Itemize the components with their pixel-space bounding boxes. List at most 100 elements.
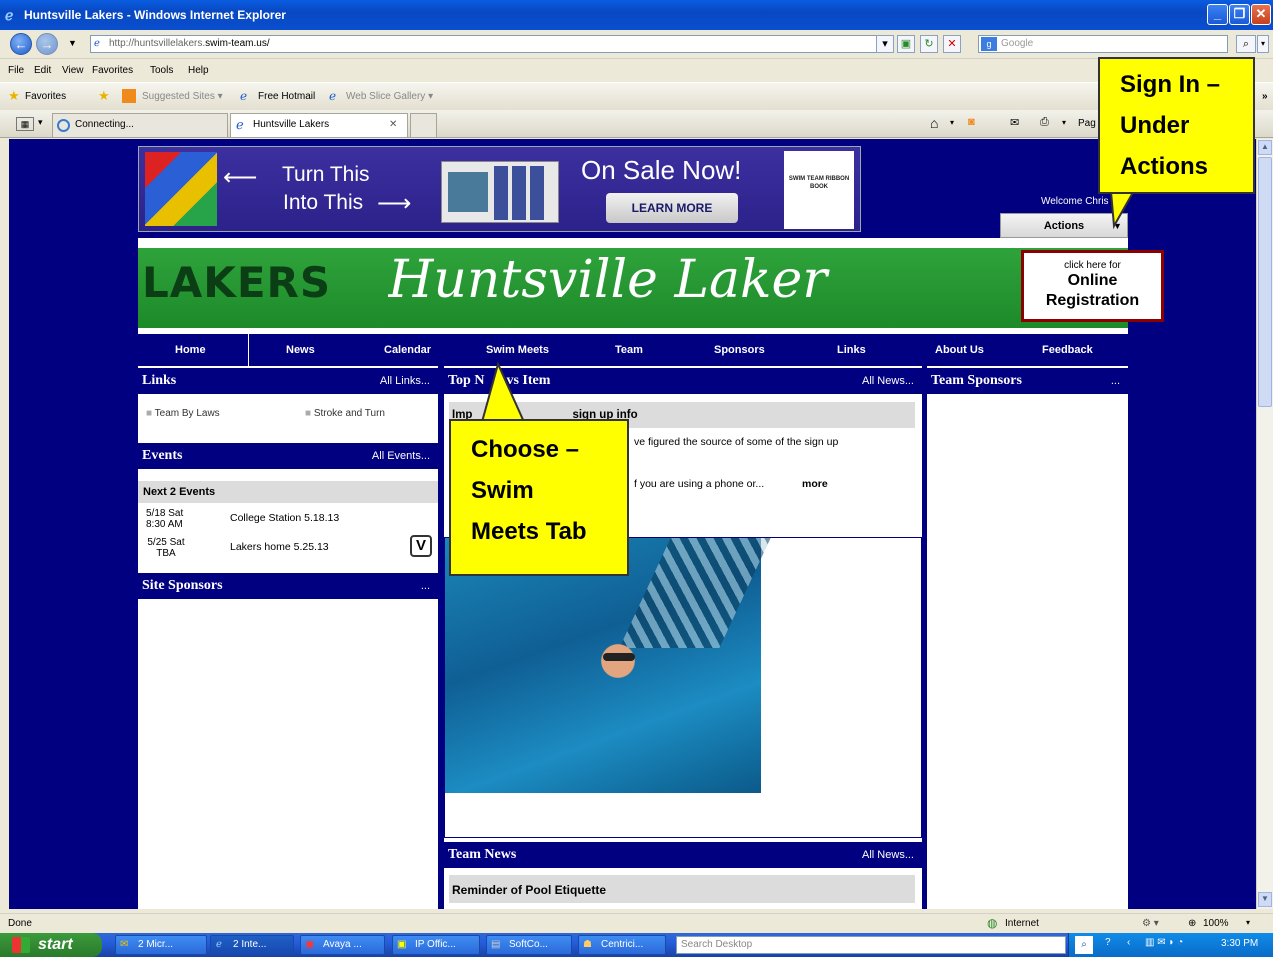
signin-callout-line1: Sign In –	[1120, 71, 1221, 98]
taskbar-item-outlook[interactable]: ✉ 2 Micr...	[115, 935, 207, 955]
tab-connecting[interactable]: Connecting...	[52, 113, 228, 137]
team-sponsors-more[interactable]: ...	[1111, 375, 1120, 387]
site-sponsors-more[interactable]: ...	[421, 580, 430, 592]
taskbar-item-avaya[interactable]: ▣ Avaya ...	[300, 935, 385, 955]
learn-more-button[interactable]: LEARN MORE	[606, 193, 738, 223]
more-chevron-icon[interactable]: »	[1262, 91, 1268, 102]
compatibility-icon[interactable]: ▣	[897, 35, 915, 53]
nav-team[interactable]: Team	[615, 344, 643, 356]
tab-list-dropdown[interactable]: ▾	[38, 117, 43, 128]
quick-tabs-icon[interactable]: ▦	[16, 117, 34, 131]
ribbon-book-ad-banner[interactable]: ⟵ Turn This Into This ⟶ On Sale Now! LEA…	[138, 146, 861, 232]
back-button[interactable]: ←	[10, 33, 32, 55]
all-events-link[interactable]: All Events...	[372, 450, 430, 462]
search-options-icon[interactable]: ▾	[1257, 35, 1269, 53]
registration-online-text: Online	[1067, 272, 1118, 289]
free-hotmail-link[interactable]: Free Hotmail	[258, 91, 315, 102]
start-button[interactable]: start	[0, 933, 102, 957]
task-label: 2 Inte...	[233, 939, 267, 950]
address-bar[interactable]: ℯ http://huntsvillelakers.swim-team.us/	[90, 35, 894, 53]
avaya-icon: ▣	[305, 939, 315, 950]
zoom-icon[interactable]: ⊕	[1188, 918, 1196, 929]
all-news-link[interactable]: All News...	[862, 375, 914, 387]
web-slice-gallery-link[interactable]: Web Slice Gallery ▾	[346, 91, 433, 102]
event-row[interactable]: 5/18 Sat 8:30 AM College Station 5.18.13	[146, 508, 436, 534]
window-title: Huntsville Lakers - Windows Internet Exp…	[24, 8, 286, 22]
nav-news[interactable]: News	[286, 344, 315, 356]
choose-callout-line3: Meets Tab	[471, 518, 587, 545]
taskbar-item-centricity[interactable]: ☗ Centrici...	[578, 935, 666, 955]
scroll-thumb[interactable]	[1258, 157, 1272, 407]
nav-feedback[interactable]: Feedback	[1042, 344, 1093, 356]
minimize-button[interactable]: _	[1207, 4, 1228, 25]
taskbar-item-ie[interactable]: ℯ 2 Inte...	[210, 935, 294, 955]
tray-chevron-icon[interactable]: ‹	[1127, 937, 1130, 948]
lakers-logo: LAKERS	[142, 258, 332, 307]
nav-swim-meets[interactable]: Swim Meets	[486, 344, 549, 356]
home-icon[interactable]: ⌂	[930, 115, 938, 131]
menu-edit[interactable]: Edit	[34, 65, 51, 76]
zoom-dropdown-icon[interactable]: ▾	[1246, 918, 1250, 927]
taskbar-item-softconsole[interactable]: ▤ SoftCo...	[486, 935, 572, 955]
menu-help[interactable]: Help	[188, 65, 209, 76]
print-icon[interactable]: ⎙	[1040, 116, 1049, 129]
more-link[interactable]: more	[802, 478, 828, 490]
vertical-scrollbar[interactable]: ▲ ▼	[1256, 139, 1273, 909]
refresh-icon[interactable]: ↻	[920, 35, 938, 53]
nav-calendar[interactable]: Calendar	[384, 344, 431, 356]
page-menu[interactable]: Pag	[1078, 118, 1096, 129]
event-name[interactable]: Lakers home 5.25.13	[230, 541, 329, 553]
menu-favorites[interactable]: Favorites	[92, 65, 133, 76]
scroll-up-icon[interactable]: ▲	[1258, 140, 1272, 155]
taskbar-item-ipoffice[interactable]: ▣ IP Offic...	[392, 935, 480, 955]
nav-links[interactable]: Links	[837, 344, 866, 356]
link-team-by-laws[interactable]: ■ Team By Laws	[146, 408, 220, 419]
zoom-level[interactable]: 100%	[1203, 918, 1229, 929]
menu-view[interactable]: View	[62, 65, 84, 76]
windows-logo-icon	[12, 937, 30, 953]
desktop-search-input[interactable]: Search Desktop	[676, 936, 1066, 954]
menu-file[interactable]: File	[8, 65, 24, 76]
search-icon[interactable]: ⌕	[1075, 936, 1093, 954]
close-tab-icon[interactable]: ✕	[389, 114, 397, 136]
address-dropdown-icon[interactable]: ▾	[876, 35, 894, 53]
taskbar: start ✉ 2 Micr... ℯ 2 Inte... ▣ Avaya ... ▣…	[0, 933, 1273, 957]
stop-icon[interactable]: ✕	[943, 35, 961, 53]
swimmer-photo[interactable]	[445, 538, 771, 793]
team-news-header: Team News All News...	[444, 842, 922, 868]
online-registration-link[interactable]: click here for Online Registration	[1021, 250, 1164, 322]
print-dropdown-icon[interactable]: ▾	[1062, 118, 1066, 127]
tray-apps-icons[interactable]: ▥ ✉ ◗ ◔	[1145, 937, 1183, 948]
mail-icon[interactable]: ✉	[1010, 116, 1019, 129]
scroll-down-icon[interactable]: ▼	[1258, 892, 1272, 907]
add-favorites-icon[interactable]: ★	[98, 88, 110, 104]
clock[interactable]: 3:30 PM	[1221, 938, 1258, 949]
search-input[interactable]: g Google	[978, 35, 1228, 53]
feeds-icon[interactable]: ◙	[968, 116, 975, 128]
home-dropdown-icon[interactable]: ▾	[950, 118, 954, 127]
suggested-sites-link[interactable]: Suggested Sites ▾	[142, 91, 223, 102]
new-tab-button[interactable]	[410, 113, 437, 137]
protected-mode-icon[interactable]: ⚙ ▾	[1142, 918, 1159, 929]
close-window-button[interactable]: ✕	[1251, 4, 1271, 25]
recent-pages-dropdown[interactable]: ▼	[68, 38, 77, 48]
search-go-icon[interactable]: ⌕	[1236, 35, 1256, 53]
link-stroke-and-turn[interactable]: ■ Stroke and Turn	[305, 408, 385, 419]
team-news-all-link[interactable]: All News...	[862, 849, 914, 861]
favorites-button[interactable]: Favorites	[25, 91, 66, 102]
menu-tools[interactable]: Tools	[150, 65, 173, 76]
vote-check-icon[interactable]: V	[410, 535, 432, 557]
choose-callout-line2: Swim	[471, 477, 534, 504]
link-label: Team By Laws	[154, 408, 220, 419]
nav-home[interactable]: Home	[175, 344, 206, 356]
nav-sponsors[interactable]: Sponsors	[714, 344, 765, 356]
event-row[interactable]: 5/25 Sat TBA Lakers home 5.25.13 V	[146, 535, 436, 563]
tab-huntsville-lakers[interactable]: ℯ Huntsville Lakers ✕	[230, 113, 408, 137]
help-icon[interactable]: ?	[1105, 937, 1111, 948]
maximize-button[interactable]: ❐	[1229, 4, 1250, 25]
nav-about-us[interactable]: About Us	[935, 344, 984, 356]
team-news-item[interactable]: Reminder of Pool Etiquette	[449, 875, 915, 903]
forward-button[interactable]: →	[36, 33, 58, 55]
event-name[interactable]: College Station 5.18.13	[230, 512, 339, 524]
all-links-link[interactable]: All Links...	[380, 375, 430, 387]
